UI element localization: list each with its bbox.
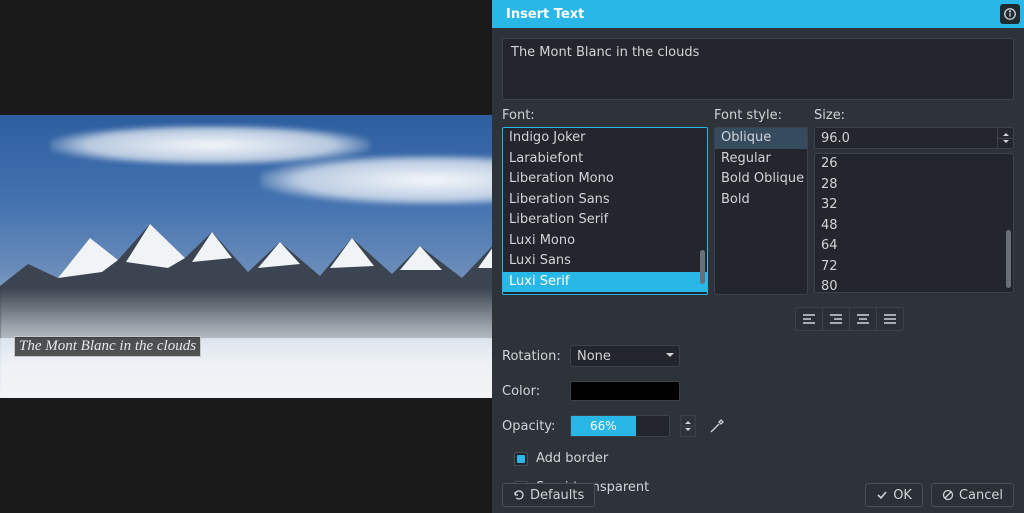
opacity-stepper[interactable] xyxy=(680,415,696,437)
list-item[interactable]: Bold xyxy=(715,190,807,211)
scrollbar-thumb[interactable] xyxy=(1006,230,1011,288)
list-item[interactable]: Indigo Joker xyxy=(503,128,707,149)
ok-button[interactable]: OK xyxy=(865,483,923,507)
panel-title: Insert Text xyxy=(506,7,584,22)
scrollbar-thumb[interactable] xyxy=(700,250,705,284)
opacity-value: 66% xyxy=(590,419,617,433)
list-item[interactable]: Liberation Mono xyxy=(503,169,707,190)
justify-group xyxy=(502,307,1014,331)
size-spinbox[interactable] xyxy=(814,127,1014,149)
cancel-icon xyxy=(942,489,954,501)
list-item[interactable]: Bold Oblique xyxy=(715,169,807,190)
add-border-label: Add border xyxy=(536,451,608,466)
add-border-checkbox[interactable] xyxy=(514,452,528,466)
text-input[interactable]: The Mont Blanc in the clouds xyxy=(502,38,1014,100)
preview-pane: The Mont Blanc in the clouds xyxy=(0,0,492,513)
text-overlay-preview: The Mont Blanc in the clouds xyxy=(14,336,201,357)
list-item[interactable]: Luxi Sans xyxy=(503,251,707,272)
size-step-down[interactable] xyxy=(998,139,1013,149)
list-item[interactable]: 80 xyxy=(815,277,1013,293)
opacity-step-up[interactable] xyxy=(681,416,695,427)
cancel-button[interactable]: Cancel xyxy=(931,483,1014,507)
eyedropper-icon[interactable] xyxy=(706,415,728,437)
opacity-label: Opacity: xyxy=(502,419,560,434)
color-swatch[interactable] xyxy=(570,381,680,401)
dialog-footer: Defaults OK Cancel xyxy=(492,477,1024,513)
insert-text-panel: Insert Text The Mont Blanc in the clouds… xyxy=(492,0,1024,513)
list-item[interactable]: 26 xyxy=(815,154,1013,175)
reset-icon xyxy=(513,489,525,501)
opacity-step-down[interactable] xyxy=(681,427,695,437)
info-icon[interactable] xyxy=(1000,4,1020,24)
align-center-button[interactable] xyxy=(849,307,877,331)
size-value-input[interactable] xyxy=(815,131,997,146)
size-label: Size: xyxy=(814,108,1014,123)
size-listbox[interactable]: 2628324864728096 xyxy=(814,153,1014,293)
font-listbox[interactable]: Indigo JokerLarabiefontLiberation MonoLi… xyxy=(502,127,708,295)
list-item[interactable]: Regular xyxy=(715,149,807,170)
list-item[interactable]: 48 xyxy=(815,216,1013,237)
list-item[interactable]: Oblique xyxy=(715,128,807,149)
size-step-up[interactable] xyxy=(998,128,1013,139)
list-item[interactable]: Larabiefont xyxy=(503,149,707,170)
font-label: Font: xyxy=(502,108,708,123)
opacity-field[interactable]: 66% xyxy=(570,415,670,437)
list-item[interactable]: 28 xyxy=(815,175,1013,196)
list-item[interactable]: Liberation Sans xyxy=(503,190,707,211)
list-item[interactable]: Luxi Serif xyxy=(503,272,707,293)
list-item[interactable]: Liberation Serif xyxy=(503,210,707,231)
align-justify-button[interactable] xyxy=(876,307,904,331)
rotation-label: Rotation: xyxy=(502,349,560,364)
list-item[interactable]: Luxi Mono xyxy=(503,231,707,252)
color-label: Color: xyxy=(502,384,560,399)
list-item[interactable]: Misc Fixed xyxy=(503,292,707,295)
list-item[interactable]: 72 xyxy=(815,257,1013,278)
align-left-button[interactable] xyxy=(795,307,823,331)
font-style-label: Font style: xyxy=(714,108,808,123)
align-right-button[interactable] xyxy=(822,307,850,331)
rotation-select[interactable]: None xyxy=(570,345,680,367)
defaults-button[interactable]: Defaults xyxy=(502,483,595,507)
check-icon xyxy=(876,489,888,501)
panel-header: Insert Text xyxy=(492,0,1024,28)
list-item[interactable]: 32 xyxy=(815,195,1013,216)
overlay-text: The Mont Blanc in the clouds xyxy=(19,338,196,354)
list-item[interactable]: 64 xyxy=(815,236,1013,257)
font-style-listbox[interactable]: ObliqueRegularBold ObliqueBold xyxy=(714,127,808,295)
